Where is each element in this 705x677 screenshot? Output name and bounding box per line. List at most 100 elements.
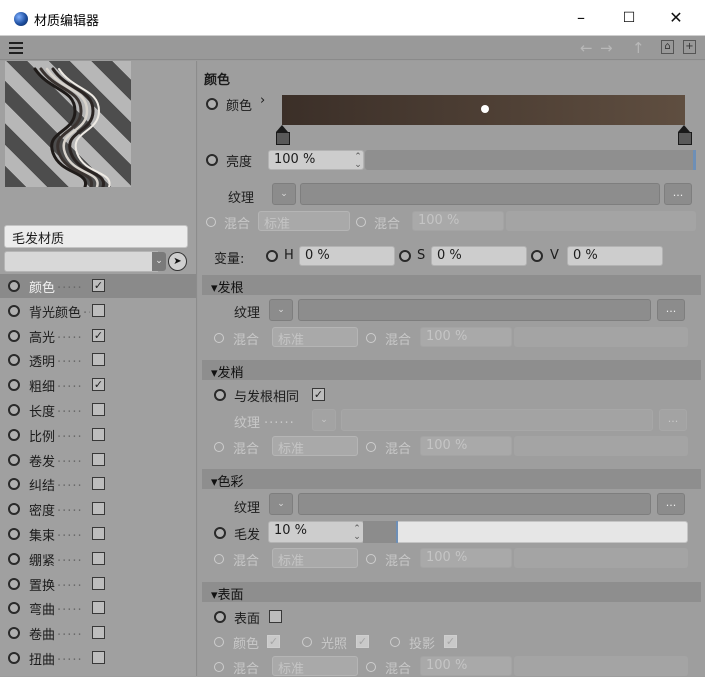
channel-radio[interactable]	[8, 652, 20, 664]
surface-mix-mode-select[interactable]: 标准	[272, 656, 358, 677]
channel-checkbox[interactable]	[92, 403, 105, 416]
channel-checkbox[interactable]	[92, 477, 105, 491]
channel-checkbox[interactable]	[92, 502, 105, 516]
channel-radio[interactable]	[8, 503, 20, 516]
tint-texture-more-button[interactable]: ...	[657, 493, 685, 515]
tint-texture-dropdown[interactable]: ⌄	[269, 493, 293, 515]
channel-radio[interactable]	[8, 627, 20, 640]
channel-radio[interactable]	[8, 453, 20, 466]
tip-same-radio[interactable]	[214, 389, 226, 401]
s-input[interactable]: 0 %	[431, 246, 527, 266]
channel-item[interactable]: 长度.....	[0, 398, 196, 422]
material-layer-select[interactable]	[4, 251, 158, 272]
channel-radio[interactable]	[8, 478, 20, 491]
color-mix-strength-radio[interactable]	[356, 217, 366, 227]
h-radio[interactable]	[266, 250, 278, 262]
root-mix-strength-radio[interactable]	[366, 333, 376, 343]
channel-checkbox[interactable]: ✓	[92, 378, 105, 392]
channel-checkbox[interactable]	[92, 427, 105, 441]
color-radio[interactable]	[206, 98, 218, 110]
tip-texture-field[interactable]	[341, 409, 653, 431]
surface-light-radio[interactable]	[302, 637, 312, 647]
material-name-field[interactable]: 毛发材质	[4, 225, 188, 248]
channel-item[interactable]: 扭曲.....	[0, 646, 196, 670]
brightness-input[interactable]: 100 %	[268, 150, 364, 170]
channel-checkbox[interactable]	[92, 551, 105, 565]
color-mix-strength-slider[interactable]	[506, 211, 696, 231]
channel-checkbox[interactable]	[92, 576, 105, 590]
h-input[interactable]: 0 %	[299, 246, 395, 266]
tint-mix-strength-slider[interactable]	[514, 548, 688, 568]
v-input[interactable]: 0 %	[567, 246, 663, 266]
color-mix-radio[interactable]	[206, 217, 216, 227]
brightness-slider[interactable]	[365, 150, 696, 170]
channel-radio[interactable]	[8, 329, 20, 342]
surface-mix-radio[interactable]	[214, 662, 224, 672]
tip-mix-radio[interactable]	[214, 442, 224, 452]
surface-mix-strength-slider[interactable]	[514, 656, 688, 676]
root-mix-strength-slider[interactable]	[514, 327, 688, 347]
channel-item[interactable]: 粗细 ✓.....	[0, 373, 196, 397]
channel-item[interactable]: 卷发.....	[0, 448, 196, 472]
channel-radio[interactable]	[8, 577, 20, 590]
tint-mix-strength-radio[interactable]	[366, 554, 376, 564]
channel-checkbox[interactable]	[92, 527, 105, 540]
brightness-slider-handle[interactable]	[693, 150, 696, 170]
hair-spinner[interactable]: ⌃ ⌄	[353, 525, 361, 542]
channel-radio[interactable]	[8, 428, 20, 441]
surface-color-checkbox[interactable]: ✓	[267, 635, 280, 648]
tint-mix-radio[interactable]	[214, 554, 224, 564]
close-button[interactable]: ✕	[661, 7, 691, 29]
channel-checkbox[interactable]	[92, 601, 105, 615]
color-texture-more-button[interactable]: ...	[664, 183, 692, 205]
color-mix-mode-select[interactable]: 标准	[258, 211, 350, 232]
root-section-header[interactable]: ▾发根	[202, 275, 701, 296]
channel-item[interactable]: 比例.....	[0, 423, 196, 447]
channel-item[interactable]: 透明.....	[0, 348, 196, 372]
surface-mix-strength-radio[interactable]	[366, 662, 376, 672]
channel-radio[interactable]	[8, 280, 20, 292]
tip-texture-dropdown[interactable]: ⌄	[312, 409, 336, 431]
channel-checkbox[interactable]	[92, 303, 105, 317]
v-radio[interactable]	[531, 250, 543, 262]
up-arrow-icon[interactable]: ↑	[632, 39, 645, 57]
channel-item[interactable]: 绷紧.....	[0, 547, 196, 571]
channel-radio[interactable]	[8, 552, 20, 565]
channel-checkbox[interactable]: ✓	[92, 328, 105, 342]
root-texture-more-button[interactable]: ...	[657, 299, 685, 321]
surface-section-header[interactable]: ▾表面	[202, 582, 701, 603]
brightness-radio[interactable]	[206, 154, 218, 166]
surface-mix-strength-input[interactable]: 100 %	[420, 656, 512, 676]
channel-checkbox[interactable]	[92, 626, 105, 640]
minimize-button[interactable]: –	[566, 7, 596, 29]
channel-radio[interactable]	[8, 602, 20, 615]
tip-mix-mode-select[interactable]: 标准	[272, 436, 358, 457]
channel-checkbox[interactable]	[92, 452, 105, 466]
root-texture-dropdown[interactable]: ⌄	[269, 299, 293, 321]
s-radio[interactable]	[399, 250, 411, 262]
chevron-down-icon[interactable]: ⌄	[152, 252, 166, 271]
tint-mix-mode-select[interactable]: 标准	[272, 548, 358, 569]
surface-color-radio[interactable]	[214, 637, 224, 647]
channel-item[interactable]: 颜色 ✓.....	[0, 274, 196, 298]
menu-icon[interactable]	[9, 42, 23, 54]
brightness-spinner[interactable]: ⌃ ⌄	[354, 153, 362, 170]
hair-input[interactable]: 10 %	[268, 521, 364, 543]
channel-item[interactable]: 密度.....	[0, 497, 196, 521]
expand-arrow-icon[interactable]: ›	[260, 93, 265, 108]
surface-radio[interactable]	[214, 611, 226, 623]
gradient-right-knob[interactable]	[678, 125, 692, 145]
tip-texture-more-button[interactable]: ...	[659, 409, 687, 431]
channel-radio[interactable]	[8, 354, 20, 367]
surface-checkbox[interactable]	[269, 610, 282, 623]
cursor-picker-icon[interactable]: ➤	[168, 252, 187, 271]
color-mix-strength-input[interactable]: 100 %	[412, 211, 504, 231]
channel-item[interactable]: 集束.....	[0, 522, 196, 546]
root-mix-radio[interactable]	[214, 333, 224, 343]
new-panel-icon[interactable]: +	[683, 40, 696, 54]
channel-item[interactable]: 背光颜色.....	[0, 299, 196, 323]
tip-mix-strength-input[interactable]: 100 %	[420, 436, 512, 456]
channel-checkbox[interactable]	[92, 651, 105, 664]
color-texture-dropdown[interactable]: ⌄	[272, 183, 296, 205]
channel-item[interactable]: 高光 ✓.....	[0, 324, 196, 348]
